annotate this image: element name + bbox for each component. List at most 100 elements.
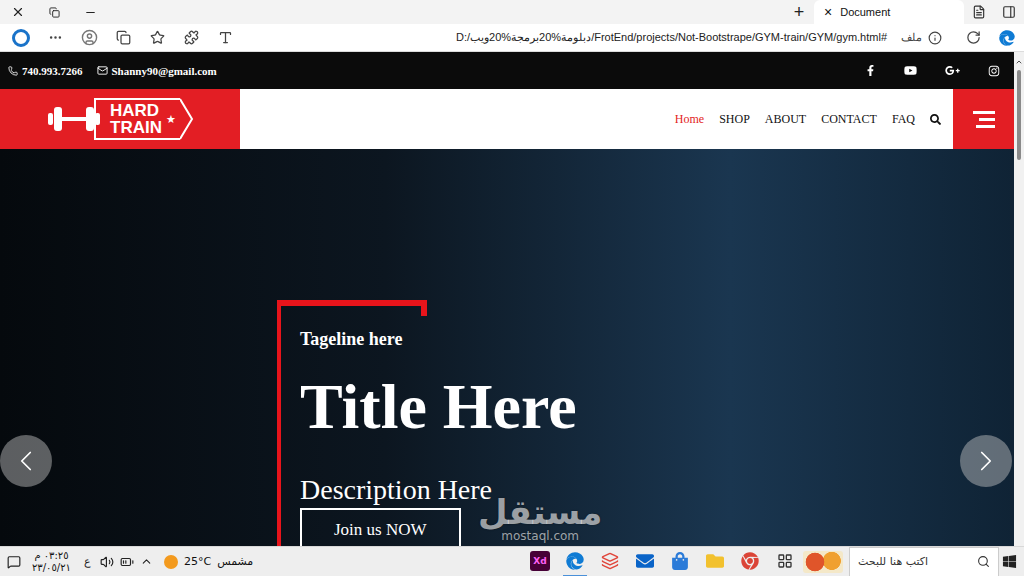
url-field[interactable]: D:/دبلومة%20برمجة%20ويب/FrotEnd/projects… bbox=[242, 27, 901, 49]
prev-slide-button[interactable] bbox=[0, 435, 52, 487]
watermark: مستقلmostaql.com bbox=[478, 494, 602, 543]
phone: 740.993.7266 bbox=[8, 65, 83, 77]
notifications-icon bbox=[7, 555, 21, 569]
site-info[interactable]: ملف bbox=[901, 31, 956, 45]
favorites-icon bbox=[150, 30, 165, 45]
volume-button[interactable] bbox=[97, 547, 117, 576]
edge-button[interactable] bbox=[990, 24, 1024, 52]
app-icon bbox=[601, 552, 619, 570]
instagram-icon[interactable] bbox=[988, 65, 1000, 77]
title-bar: +×Document bbox=[0, 0, 1024, 24]
taskbar-app[interactable] bbox=[563, 547, 587, 576]
start-button[interactable] bbox=[999, 547, 1020, 576]
minimize-button[interactable] bbox=[72, 0, 108, 24]
favorites-button[interactable] bbox=[140, 24, 174, 52]
desktop: +×Document D:/دبلومة%20برمجة%20ويب/FrotEn… bbox=[0, 0, 1024, 576]
browser-tab[interactable]: ×Document bbox=[814, 0, 964, 24]
mail-icon bbox=[97, 65, 108, 76]
nav-bar: HARDTRAIN★ Home SHOP ABOUT CONTACT FAQ bbox=[0, 89, 1014, 149]
collections-icon bbox=[116, 30, 131, 45]
hero-description: Description Here bbox=[300, 474, 1014, 506]
language[interactable]: ع bbox=[79, 547, 97, 576]
profile-button[interactable] bbox=[72, 24, 106, 52]
speaker-icon bbox=[100, 555, 114, 569]
next-slide-button[interactable] bbox=[960, 435, 1012, 487]
nav-link[interactable]: Home bbox=[675, 112, 704, 127]
puzzle-icon bbox=[184, 30, 199, 45]
contact-bar: 740.993.7266Shanny90@gmail.com bbox=[0, 52, 1014, 89]
taskbar-app[interactable] bbox=[598, 547, 622, 576]
close-button[interactable] bbox=[0, 0, 36, 24]
weather-condition: مشمس bbox=[217, 555, 253, 568]
read-aloud-button[interactable] bbox=[208, 24, 242, 52]
tab-page[interactable] bbox=[964, 0, 994, 24]
social-links bbox=[865, 63, 1000, 78]
bing-button[interactable] bbox=[4, 24, 38, 52]
battery-icon bbox=[120, 555, 134, 569]
hero-title: Title Here bbox=[300, 372, 1014, 442]
ellipsis-icon bbox=[48, 30, 63, 45]
search-icon bbox=[977, 555, 990, 568]
bing-icon bbox=[12, 29, 30, 47]
extensions-button[interactable] bbox=[174, 24, 208, 52]
weather[interactable]: 25°C مشمس bbox=[156, 555, 261, 569]
logo-block[interactable]: HARDTRAIN★ bbox=[0, 89, 240, 149]
store-icon bbox=[671, 552, 689, 570]
clock[interactable]: ٠٣:٢٥ م٢٣/٠٥/٢١ bbox=[24, 550, 79, 574]
taskbar-app[interactable] bbox=[668, 547, 692, 576]
minimize-icon bbox=[84, 6, 97, 19]
facebook-icon[interactable] bbox=[865, 65, 876, 76]
nav-link[interactable]: CONTACT bbox=[821, 112, 877, 127]
scrollbar[interactable] bbox=[1014, 52, 1024, 546]
tab-close[interactable]: × bbox=[824, 5, 832, 19]
search-icon[interactable] bbox=[930, 114, 941, 125]
task-view-button[interactable] bbox=[773, 547, 797, 576]
nav-link[interactable]: FAQ bbox=[892, 112, 915, 127]
youtube-icon[interactable] bbox=[904, 64, 917, 77]
profile-icon bbox=[81, 29, 98, 46]
taskbar-app[interactable] bbox=[738, 547, 762, 576]
time: ٠٣:٢٥ م bbox=[34, 550, 68, 562]
folder-icon bbox=[706, 552, 724, 570]
watermark-site: mostaql.com bbox=[501, 530, 579, 543]
taskbar: ٠٣:٢٥ م٢٣/٠٥/٢١ع25°CمشمسXdاكتب هنا للبحث bbox=[0, 546, 1024, 576]
chevron-left-icon bbox=[9, 444, 43, 478]
xd-icon: Xd bbox=[530, 551, 550, 571]
mail-icon bbox=[636, 552, 654, 570]
google-plus-icon[interactable] bbox=[945, 63, 960, 78]
taskbar-search[interactable]: اكتب هنا للبحث bbox=[849, 547, 999, 576]
collections-button[interactable] bbox=[106, 24, 140, 52]
search-highlight-icon[interactable] bbox=[803, 551, 843, 573]
temperature: 25°C bbox=[184, 555, 211, 568]
nav-links: Home SHOP ABOUT CONTACT FAQ bbox=[240, 89, 953, 149]
tray-expand[interactable] bbox=[137, 547, 156, 576]
hero-tagline: Tageline here bbox=[300, 328, 1014, 350]
web-page: 740.993.7266Shanny90@gmail.comHARDTRAIN★… bbox=[0, 52, 1014, 546]
taskbar-app[interactable] bbox=[703, 547, 727, 576]
nav-link[interactable]: ABOUT bbox=[765, 112, 806, 127]
taskbar-app[interactable]: Xd bbox=[528, 547, 552, 576]
chevron-right-icon bbox=[969, 444, 1003, 478]
refresh-button[interactable] bbox=[956, 24, 990, 52]
url-text: D:/دبلومة%20برمجة%20ويب/FrotEnd/projects… bbox=[456, 31, 887, 44]
new-tab-button[interactable]: + bbox=[784, 0, 814, 24]
info-icon bbox=[928, 31, 942, 45]
scroll-thumb[interactable] bbox=[1017, 70, 1021, 160]
date: ٢٣/٠٥/٢١ bbox=[32, 562, 71, 574]
battery-button[interactable] bbox=[117, 547, 137, 576]
nav-link[interactable]: SHOP bbox=[719, 112, 750, 127]
panel-icon bbox=[1002, 5, 1016, 19]
task-view-icon bbox=[777, 553, 793, 569]
menu-button[interactable] bbox=[953, 89, 1014, 149]
edge-icon bbox=[999, 30, 1015, 46]
join-button[interactable]: Join us NOW bbox=[300, 508, 461, 546]
notifications-button[interactable] bbox=[4, 547, 24, 576]
tab-actions[interactable] bbox=[994, 0, 1024, 24]
hero-content: Tageline here Title Here Description HereJ… bbox=[277, 300, 1014, 546]
restore-button[interactable] bbox=[36, 0, 72, 24]
taskbar-app[interactable] bbox=[633, 547, 657, 576]
chrome-icon bbox=[741, 552, 759, 570]
more-button[interactable] bbox=[38, 24, 72, 52]
search-placeholder: اكتب هنا للبحث bbox=[858, 555, 928, 568]
logo: HARDTRAIN★ bbox=[46, 98, 194, 140]
